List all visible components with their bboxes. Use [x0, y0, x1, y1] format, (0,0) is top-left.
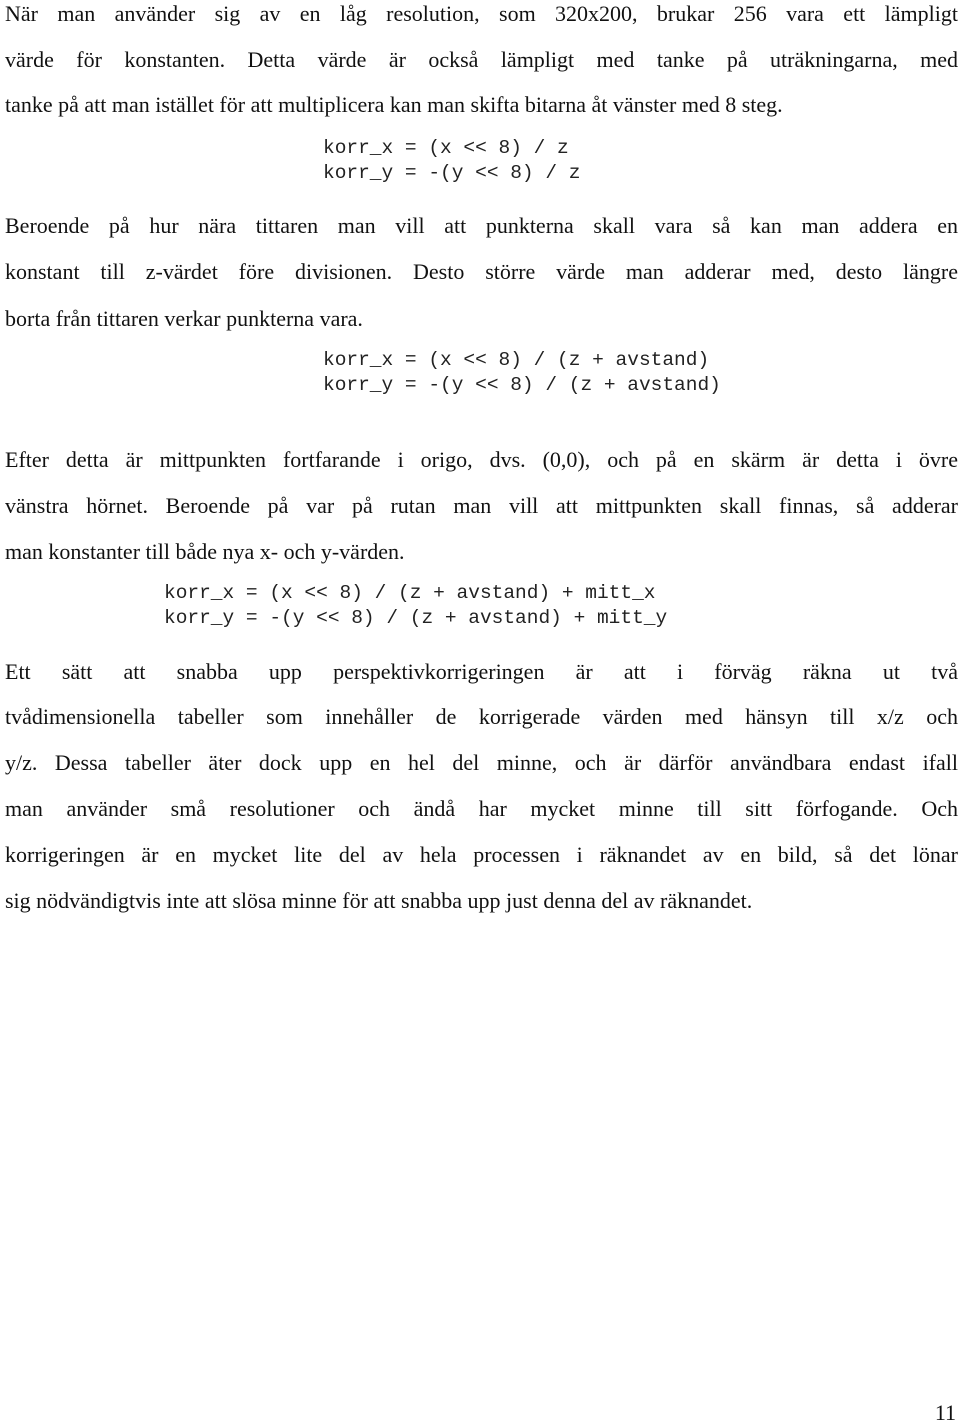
- paragraph-4-line-6: sig nödvändigtvis inte att slösa minne f…: [5, 888, 753, 913]
- paragraph-2-line-2: konstant till z-värdet före divisionen. …: [5, 259, 958, 284]
- code-line-korr-y-mitt: korr_y = -(y << 8) / (z + avstand) + mit…: [164, 607, 668, 629]
- paragraph-4-line-1: Ett sätt att snabba upp perspektivkorrig…: [5, 659, 958, 684]
- paragraph-3-line-2: vänstra hörnet. Beroende på var på rutan…: [5, 493, 958, 518]
- paragraph-2-line-3: borta från tittaren verkar punkterna var…: [5, 306, 363, 331]
- code-line-korr-y: korr_y = -(y << 8) / z: [323, 162, 581, 184]
- code-line-korr-x: korr_x = (x << 8) / z: [323, 137, 569, 159]
- paragraph-1-line-1: När man använder sig av en låg resolutio…: [5, 1, 958, 26]
- paragraph-4-line-5: korrigeringen är en mycket lite del av h…: [5, 842, 958, 867]
- page-number: 11: [934, 1400, 956, 1425]
- paragraph-1-line-3: tanke på att man istället för att multip…: [5, 92, 783, 117]
- paragraph-3-line-1: Efter detta är mittpunkten fortfarande i…: [5, 447, 958, 472]
- code-line-korr-x-avstand: korr_x = (x << 8) / (z + avstand): [323, 349, 710, 371]
- paragraph-2-line-1: Beroende på hur nära tittaren man vill a…: [5, 213, 958, 238]
- code-line-korr-x-mitt: korr_x = (x << 8) / (z + avstand) + mitt…: [164, 582, 656, 604]
- code-line-korr-y-avstand: korr_y = -(y << 8) / (z + avstand): [323, 374, 721, 396]
- paragraph-3-line-3: man konstanter till både nya x- och y-vä…: [5, 539, 405, 564]
- paragraph-4-line-2: tvådimensionella tabeller som innehåller…: [5, 704, 958, 729]
- paragraph-4-line-3: y/z. Dessa tabeller äter dock upp en hel…: [5, 750, 958, 775]
- document-page: När man använder sig av en låg resolutio…: [0, 0, 960, 1427]
- paragraph-1-line-2: värde för konstanten. Detta värde är ock…: [5, 47, 958, 72]
- paragraph-4-line-4: man använder små resolutioner och ändå h…: [5, 796, 958, 821]
